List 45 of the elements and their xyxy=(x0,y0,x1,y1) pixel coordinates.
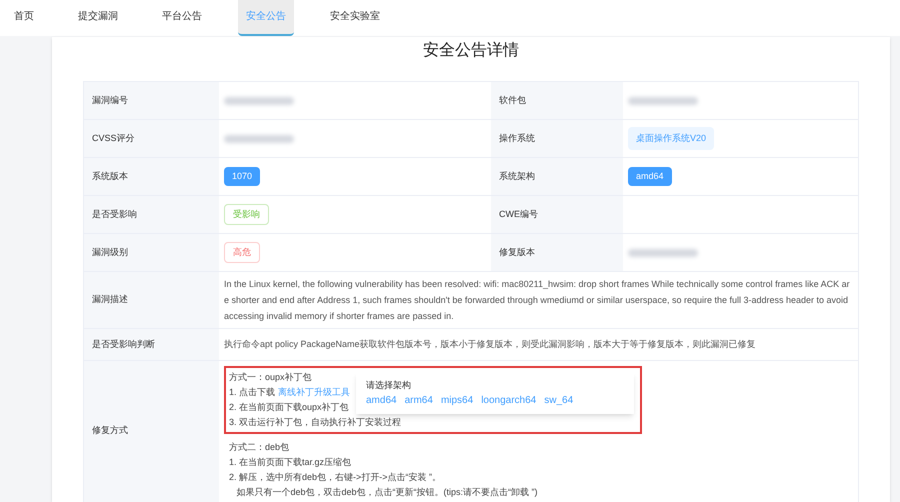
field-label: 操作系统 xyxy=(491,120,623,157)
judgement-text: 执行命令apt policy PackageName获取软件包版本号，版本小于修复版本，则受此漏洞影响，版本大于等于修复版本，则此漏洞已修复 xyxy=(223,338,757,351)
field-label: CVSS评分 xyxy=(84,120,219,157)
step-text: 1. 点击下载 xyxy=(229,386,276,399)
architecture-link[interactable]: arm64 xyxy=(404,393,433,408)
field-label: 修复方式 xyxy=(84,361,219,502)
field-label: 是否受影响 xyxy=(84,196,219,233)
method-title: 方式一：oupx补丁包 xyxy=(229,371,312,384)
field-label: 软件包 xyxy=(491,82,623,119)
download-link[interactable]: 离线补丁升级工具 xyxy=(278,385,350,400)
description-text: In the Linux kernel, the following vulnerability has been resolved: wifi: mac80211_hwsim: drop short frames While technically some control frames like ACK are shorter and end after Address 1, such frames shouldn't be forwarded through wmediumd or similar userspace, so require the full 3-address header to avoid accessing invalid memory if shorter frames are passed in. xyxy=(223,278,851,323)
status-tag: 受影响 xyxy=(224,204,269,226)
step-text: 2. 解压，选中所有deb包，右键->打开->点击“安装 ”。 xyxy=(229,471,442,484)
architecture-link[interactable]: amd64 xyxy=(366,393,397,408)
architecture-link[interactable]: mips64 xyxy=(440,393,474,408)
architecture-link[interactable]: loongarch64 xyxy=(481,393,536,408)
nav-tab[interactable]: 安全实验室 xyxy=(322,0,388,36)
status-tag: 高危 xyxy=(224,242,260,264)
field-label: 漏洞描述 xyxy=(84,272,219,328)
step-text: 如果只有一个deb包，双击deb包，点击“更新“按钮。(tips:请不要点击“卸载 ”) xyxy=(236,486,539,499)
step-text: 1. 在当前页面下载tar.gz压缩包 xyxy=(229,456,352,469)
field-label: 漏洞级别 xyxy=(84,234,219,271)
field-label: 修复版本 xyxy=(491,234,623,271)
page-title: 安全公告详情 xyxy=(422,40,520,61)
nav-tab[interactable]: 安全公告 xyxy=(238,0,294,36)
architecture-link[interactable]: sw_64 xyxy=(544,393,574,408)
redacted-value xyxy=(224,96,294,104)
popup-title: 请选择架构 xyxy=(366,379,412,392)
nav-tab[interactable]: 提交漏洞 xyxy=(70,0,126,36)
step-text: 3. 双击运行补丁包，自动执行补丁安装过程 xyxy=(229,416,402,429)
os-tag: 桌面操作系统V20 xyxy=(628,126,714,150)
redacted-value xyxy=(628,248,698,256)
field-label: 系统架构 xyxy=(491,158,623,195)
method-title: 方式二：deb包 xyxy=(229,441,290,454)
step-text: 2. 在当前页面下载oupx补丁包 xyxy=(229,401,349,414)
redacted-value xyxy=(224,134,294,142)
field-label: CWE编号 xyxy=(491,196,623,233)
nav-tab[interactable]: 平台公告 xyxy=(154,0,210,36)
field-label: 漏洞编号 xyxy=(84,82,219,119)
version-tag: 1070 xyxy=(224,166,260,186)
nav-tab[interactable]: 首页 xyxy=(6,0,42,36)
redacted-value xyxy=(628,96,698,104)
version-tag: amd64 xyxy=(628,166,672,186)
field-label: 是否受影响判断 xyxy=(84,329,219,360)
field-label: 系统版本 xyxy=(84,158,219,195)
